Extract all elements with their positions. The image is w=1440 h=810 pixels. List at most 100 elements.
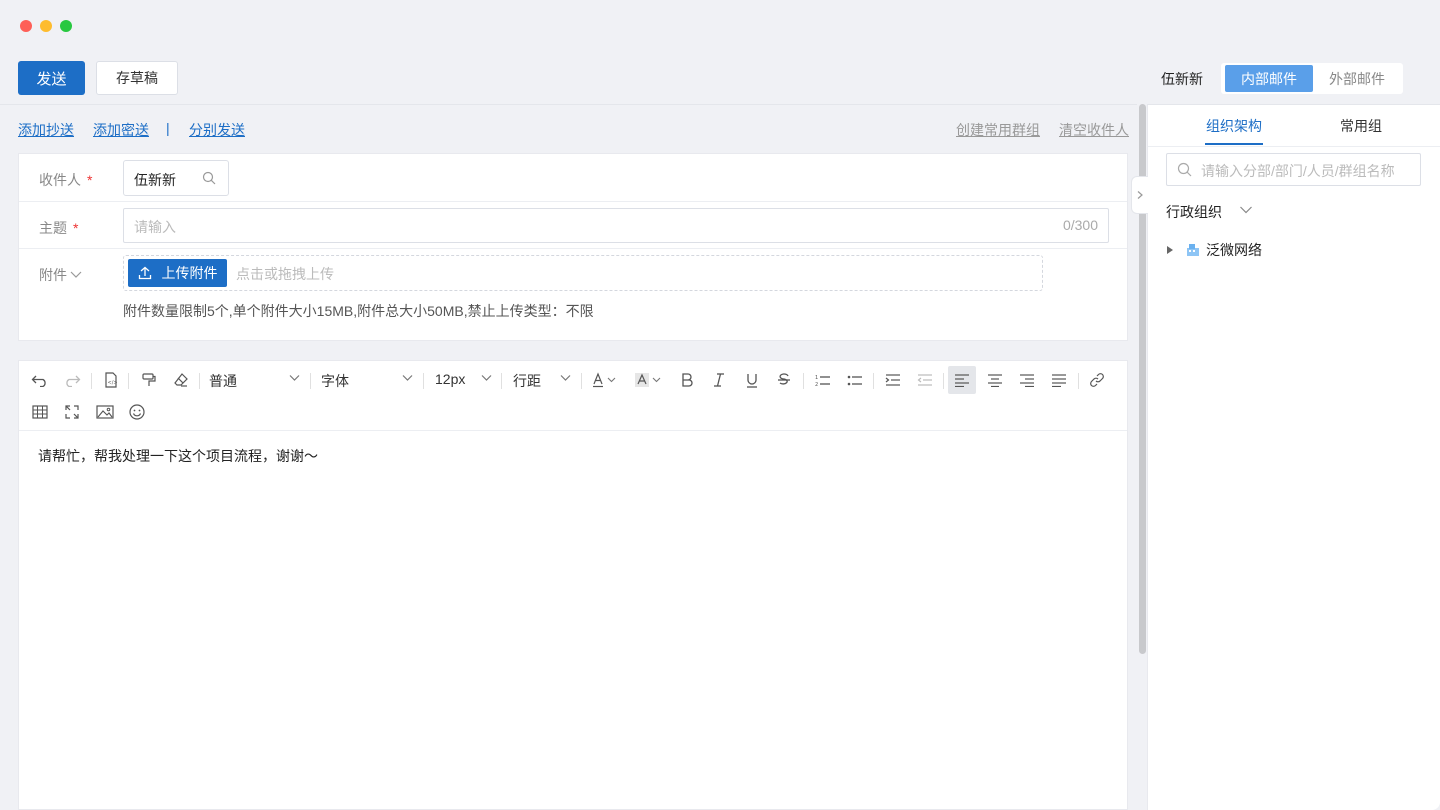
- undo-icon[interactable]: [30, 370, 50, 390]
- chevron-down-icon: [560, 375, 571, 381]
- minimize-window-button[interactable]: [40, 20, 52, 32]
- strikethrough-icon[interactable]: [774, 370, 794, 390]
- contacts-tabs: 组织架构 常用组: [1148, 105, 1440, 147]
- clear-recipients-link[interactable]: 清空收件人: [1059, 120, 1129, 140]
- toolbar-divider: [501, 373, 502, 389]
- toolbar-divider: [873, 373, 874, 389]
- separate-send-link[interactable]: 分别发送: [189, 120, 245, 140]
- caret-right-icon[interactable]: [1166, 245, 1174, 255]
- contacts-panel: 组织架构 常用组 请输入分部/部门/人员/群组名称 行政组织 泛微网络: [1147, 105, 1440, 810]
- link-icon[interactable]: [1087, 370, 1107, 390]
- recipient-label: 收件人 *: [39, 172, 93, 188]
- create-group-link[interactable]: 创建常用群组: [956, 120, 1040, 140]
- required-mark: *: [87, 172, 93, 188]
- recipient-value: 伍新新: [134, 172, 176, 188]
- toolbar-divider: [803, 373, 804, 389]
- close-window-button[interactable]: [20, 20, 32, 32]
- tab-external-mail[interactable]: 外部邮件: [1313, 65, 1401, 92]
- ordered-list-icon[interactable]: 12: [813, 370, 833, 390]
- attachment-toggle[interactable]: 附件: [39, 265, 83, 285]
- add-cc-link[interactable]: 添加抄送: [18, 120, 74, 140]
- panel-collapse-button[interactable]: [1131, 176, 1148, 214]
- toolbar-divider: [310, 373, 311, 389]
- tree-node-root[interactable]: [1166, 240, 1200, 260]
- recipient-row: 收件人 * 伍新新: [19, 154, 1127, 202]
- tab-org-structure[interactable]: 组织架构: [1206, 116, 1262, 136]
- font-color-icon[interactable]: [591, 370, 621, 390]
- image-icon[interactable]: [95, 402, 115, 422]
- subject-placeholder: 请输入: [134, 219, 176, 235]
- align-right-icon[interactable]: [1017, 370, 1037, 390]
- upload-attachment-button[interactable]: 上传附件: [128, 259, 227, 287]
- mail-type-switch: 内部邮件 外部邮件: [1221, 63, 1403, 94]
- attachment-row: 附件 上传附件 点击或拖拽上传 附件数量限制5个,单个附件大小15MB,附件总大…: [19, 249, 1127, 341]
- subject-char-count: 0/300: [1062, 217, 1098, 233]
- maximize-window-button[interactable]: [60, 20, 72, 32]
- title-bar: [0, 0, 1440, 50]
- toolbar-divider: [1078, 373, 1079, 389]
- editor-content[interactable]: 请帮忙，帮我处理一下这个项目流程，谢谢～: [38, 446, 318, 466]
- upload-icon: [138, 266, 151, 280]
- chevron-down-icon: [481, 375, 492, 381]
- bold-icon[interactable]: [677, 370, 697, 390]
- compose-toolbar: 发送 存草稿 伍新新 内部邮件 外部邮件: [0, 50, 1440, 105]
- mail-header-form: 收件人 * 伍新新 主题 * 请输入 0/300 附件 上传附件 点击或拖拽上传 附: [18, 153, 1128, 341]
- justify-icon[interactable]: [1049, 370, 1069, 390]
- upload-button-label: 上传附件: [161, 265, 218, 281]
- send-button[interactable]: 发送: [18, 61, 85, 95]
- rich-text-editor: </> 普通 字体 12px 行距 12 请帮忙，帮我处理一下这个项目流程，谢谢…: [18, 360, 1128, 810]
- recipient-actions: 添加抄送 添加密送 | 分别发送 创建常用群组 清空收件人: [18, 118, 1130, 142]
- svg-text:1: 1: [815, 375, 818, 381]
- recipient-input[interactable]: 伍新新: [123, 160, 229, 196]
- font-size-select[interactable]: 12px: [435, 371, 465, 387]
- link-separator: |: [166, 120, 170, 136]
- align-left-icon[interactable]: [948, 366, 976, 394]
- attachment-dropzone[interactable]: 上传附件 点击或拖拽上传: [123, 255, 1043, 291]
- active-tab-indicator: [1205, 143, 1263, 145]
- subject-row: 主题 * 请输入 0/300: [19, 202, 1127, 249]
- paragraph-style-select[interactable]: 普通: [209, 371, 237, 391]
- save-draft-button[interactable]: 存草稿: [96, 61, 178, 95]
- tab-common-groups[interactable]: 常用组: [1340, 116, 1382, 136]
- font-family-select[interactable]: 字体: [321, 371, 349, 391]
- editor-divider: [19, 430, 1127, 431]
- tree-node-label: 泛微网络: [1206, 242, 1262, 258]
- indent-icon[interactable]: [883, 370, 903, 390]
- tab-internal-mail[interactable]: 内部邮件: [1225, 65, 1313, 92]
- italic-icon[interactable]: [709, 370, 729, 390]
- current-user-name: 伍新新: [1161, 71, 1203, 87]
- fullscreen-icon[interactable]: [62, 402, 82, 422]
- format-painter-icon[interactable]: [139, 370, 159, 390]
- attachment-limit-note: 附件数量限制5个,单个附件大小15MB,附件总大小50MB,禁止上传类型：不限: [123, 303, 594, 319]
- html-source-icon[interactable]: </>: [101, 370, 121, 390]
- subject-input[interactable]: 请输入 0/300: [123, 208, 1109, 243]
- company-icon: [1187, 244, 1199, 256]
- editor-toolbar-row-2: [19, 396, 1127, 428]
- line-height-select[interactable]: 行距: [513, 371, 541, 391]
- chevron-down-icon[interactable]: [1239, 205, 1253, 215]
- toolbar-divider: [128, 373, 129, 389]
- redo-icon[interactable]: [62, 370, 82, 390]
- mail-compose-window: 发送 存草稿 伍新新 内部邮件 外部邮件 添加抄送 添加密送 | 分别发送 创建…: [0, 0, 1440, 810]
- outdent-icon[interactable]: [915, 370, 935, 390]
- underline-icon[interactable]: [742, 370, 762, 390]
- table-icon[interactable]: [30, 402, 50, 422]
- subject-label: 主题 *: [39, 220, 79, 236]
- contacts-search-input[interactable]: 请输入分部/部门/人员/群组名称: [1166, 153, 1421, 186]
- editor-toolbar-row-1: </> 普通 字体 12px 行距 12: [19, 364, 1127, 396]
- upload-placeholder: 点击或拖拽上传: [236, 266, 334, 282]
- clear-format-icon[interactable]: [171, 370, 191, 390]
- chevron-down-icon: [402, 375, 413, 381]
- toolbar-divider: [423, 373, 424, 389]
- toolbar-divider: [943, 373, 944, 389]
- org-type-select[interactable]: 行政组织: [1166, 202, 1222, 222]
- search-icon[interactable]: [202, 171, 216, 185]
- toolbar-divider: [91, 373, 92, 389]
- add-bcc-link[interactable]: 添加密送: [93, 120, 149, 140]
- emoji-icon[interactable]: [127, 402, 147, 422]
- background-color-icon[interactable]: [634, 370, 666, 390]
- svg-text:2: 2: [815, 382, 818, 387]
- align-center-icon[interactable]: [985, 370, 1005, 390]
- required-mark: *: [73, 220, 79, 236]
- bullet-list-icon[interactable]: [845, 370, 865, 390]
